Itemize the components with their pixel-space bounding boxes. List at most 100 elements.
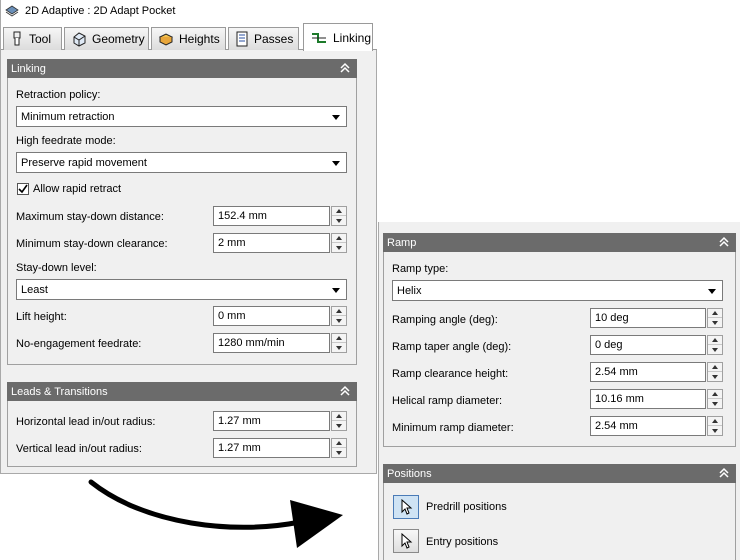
allow-rapid-retract-label: Allow rapid retract [33,183,122,195]
min-stay-down-clearance-spinner[interactable] [331,233,347,253]
spin-up-icon[interactable] [332,334,346,343]
spin-up-icon[interactable] [332,234,346,243]
spin-up-icon[interactable] [708,309,722,318]
lift-height-spinner[interactable] [331,306,347,326]
horizontal-lead-label: Horizontal lead in/out radius: [16,416,156,428]
tab-linking[interactable]: Linking [303,23,373,51]
panel-title: Linking [11,62,46,75]
tool-icon [13,31,21,46]
spin-up-icon[interactable] [708,336,722,345]
min-ramp-diameter-input[interactable]: 2.54 mm [590,416,706,436]
operation-dialog: 2D Adaptive : 2D Adapt Pocket Tool Geome… [0,0,377,474]
tab-label: Linking [333,30,372,45]
selected-value: Least [21,283,48,296]
tab-geometry[interactable]: Geometry [64,27,149,50]
ramp-type-label: Ramp type: [392,263,449,275]
spin-up-icon[interactable] [332,412,346,421]
ramp-taper-angle-spinner[interactable] [707,335,723,355]
selected-value: Minimum retraction [21,110,115,123]
max-stay-down-spinner[interactable] [331,206,347,226]
spin-down-icon[interactable] [332,448,346,457]
min-stay-down-clearance-label: Minimum stay-down clearance: [16,238,168,250]
horizontal-lead-spinner[interactable] [331,411,347,431]
retraction-policy-label: Retraction policy: [16,89,101,101]
heights-icon [158,33,174,46]
spin-down-icon[interactable] [332,421,346,430]
linking-icon [312,32,326,43]
selected-value: Helix [397,284,422,297]
stay-down-level-select[interactable]: Least [16,279,347,300]
high-feedrate-mode-label: High feedrate mode: [16,135,116,147]
window-title: 2D Adaptive : 2D Adapt Pocket [25,5,176,17]
tab-label: Passes [254,32,294,46]
max-stay-down-input[interactable]: 152.4 mm [213,206,330,226]
ramping-angle-spinner[interactable] [707,308,723,328]
spin-down-icon[interactable] [708,372,722,381]
high-feedrate-mode-select[interactable]: Preserve rapid movement [16,152,347,173]
panel-title: Ramp [387,236,417,249]
spin-down-icon[interactable] [708,426,722,435]
allow-rapid-retract-checkbox[interactable] [17,183,29,195]
cursor-arrow-icon [401,499,413,515]
min-stay-down-clearance-input[interactable]: 2 mm [213,233,330,253]
entry-positions-label: Entry positions [426,536,499,548]
selected-value: Preserve rapid movement [21,156,147,169]
linking-panel-header[interactable]: Linking [7,59,357,78]
spin-down-icon[interactable] [708,399,722,408]
ramp-clearance-height-input[interactable]: 2.54 mm [590,362,706,382]
spin-down-icon[interactable] [332,316,346,325]
collapse-icon[interactable] [339,385,351,397]
spin-down-icon[interactable] [332,243,346,252]
vertical-lead-spinner[interactable] [331,438,347,458]
spin-down-icon[interactable] [332,216,346,225]
leads-panel-header[interactable]: Leads & Transitions [7,382,357,401]
spin-down-icon[interactable] [708,318,722,327]
spin-up-icon[interactable] [708,363,722,372]
helical-ramp-diameter-input[interactable]: 10.16 mm [590,389,706,409]
spin-up-icon[interactable] [708,417,722,426]
max-stay-down-label: Maximum stay-down distance: [16,211,164,223]
ramping-angle-input[interactable]: 10 deg [590,308,706,328]
spin-up-icon[interactable] [708,390,722,399]
vertical-lead-label: Vertical lead in/out radius: [16,443,142,455]
predrill-positions-button[interactable] [393,495,419,519]
passes-icon [236,31,248,47]
tab-label: Heights [179,32,220,46]
tab-tool[interactable]: Tool [3,27,62,50]
ramp-clearance-height-spinner[interactable] [707,362,723,382]
ramp-type-select[interactable]: Helix [392,280,723,301]
collapse-icon[interactable] [339,62,351,74]
spin-down-icon[interactable] [708,345,722,354]
curved-arrow-icon [88,479,343,548]
tab-label: Tool [29,32,52,46]
tab-passes[interactable]: Passes [228,27,299,50]
collapse-icon[interactable] [718,236,730,248]
predrill-positions-label: Predrill positions [426,501,507,513]
spin-up-icon[interactable] [332,439,346,448]
collapse-icon[interactable] [718,467,730,479]
stay-down-level-label: Stay-down level: [16,262,97,274]
no-engagement-feedrate-spinner[interactable] [331,333,347,353]
spin-up-icon[interactable] [332,307,346,316]
ramp-positions-dialog: Ramp Ramp type: Helix Ramping angle (deg… [378,222,740,560]
ramp-taper-angle-input[interactable]: 0 deg [590,335,706,355]
positions-panel-header[interactable]: Positions [383,464,736,483]
helical-ramp-diameter-label: Helical ramp diameter: [392,395,503,407]
chevron-down-icon [332,288,340,293]
ramping-angle-label: Ramping angle (deg): [392,314,498,326]
ramp-clearance-height-label: Ramp clearance height: [392,368,509,380]
retraction-policy-select[interactable]: Minimum retraction [16,106,347,127]
lift-height-input[interactable]: 0 mm [213,306,330,326]
helical-ramp-diameter-spinner[interactable] [707,389,723,409]
spin-up-icon[interactable] [332,207,346,216]
tab-heights[interactable]: Heights [151,27,226,50]
ramp-panel-header[interactable]: Ramp [383,233,736,252]
spin-down-icon[interactable] [332,343,346,352]
min-ramp-diameter-spinner[interactable] [707,416,723,436]
chevron-down-icon [332,161,340,166]
tab-label: Geometry [92,32,145,46]
horizontal-lead-input[interactable]: 1.27 mm [213,411,330,431]
no-engagement-feedrate-input[interactable]: 1280 mm/min [213,333,330,353]
vertical-lead-input[interactable]: 1.27 mm [213,438,330,458]
entry-positions-button[interactable] [393,529,419,553]
